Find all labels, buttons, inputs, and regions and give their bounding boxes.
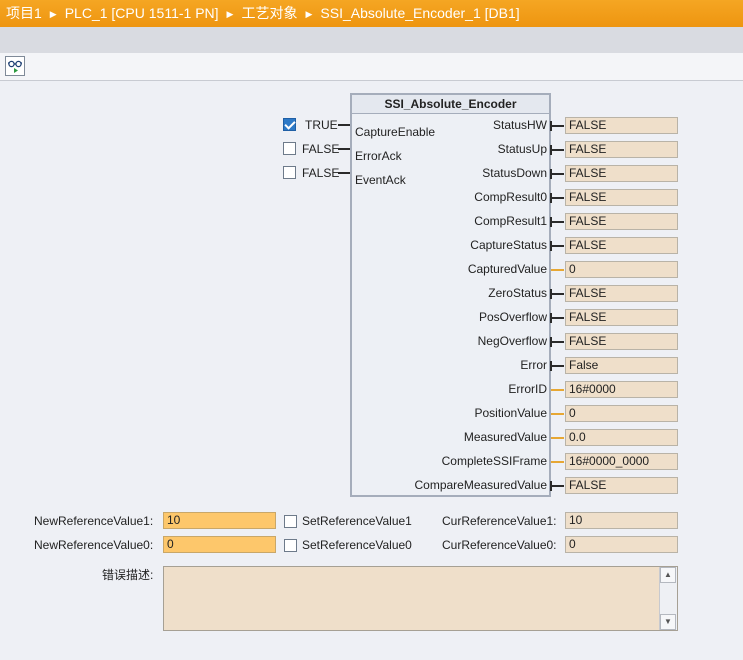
output-wire [550, 193, 564, 203]
input-value-errorack: FALSE [302, 142, 340, 156]
output-wire [550, 361, 564, 371]
cur-reference-value: 0 [565, 536, 678, 553]
triangle-right-icon: ▶ [305, 9, 313, 19]
input-checkbox-captureenable[interactable] [283, 118, 296, 131]
set-reference-checkbox[interactable] [284, 539, 297, 552]
output-pin-completessiframe: CompleteSSIFrame [441, 454, 547, 468]
output-value-compresult0: FALSE [565, 189, 678, 206]
input-pin-errorack: ErrorAck [355, 149, 402, 163]
glasses-monitor-icon [8, 60, 22, 73]
input-wire [338, 148, 350, 150]
set-reference-checkbox[interactable] [284, 515, 297, 528]
output-pin-compresult1: CompResult1 [474, 214, 547, 228]
output-value-statusup: FALSE [565, 141, 678, 158]
output-value-statusdown: FALSE [565, 165, 678, 182]
output-wire [550, 337, 564, 347]
cur-reference-value: 10 [565, 512, 678, 529]
output-pin-zerostatus: ZeroStatus [488, 286, 547, 300]
output-pin-error: Error [520, 358, 547, 372]
input-pin-captureenable: CaptureEnable [355, 125, 436, 139]
output-pin-capturedvalue: CapturedValue [467, 262, 547, 276]
output-wire [550, 121, 564, 131]
output-pin-statusup: StatusUp [497, 142, 547, 156]
output-wire [551, 389, 564, 391]
chevron-up-icon[interactable]: ▲ [660, 567, 676, 583]
output-pin-compresult0: CompResult0 [474, 190, 547, 204]
output-value-posoverflow: FALSE [565, 309, 678, 326]
monitor-toggle-button[interactable] [5, 56, 25, 76]
input-checkbox-eventack[interactable] [283, 166, 296, 179]
triangle-right-icon: ▶ [226, 9, 234, 19]
chevron-down-icon[interactable]: ▼ [660, 614, 676, 630]
new-reference-input[interactable]: 0 [163, 536, 276, 553]
output-wire [550, 241, 564, 251]
output-pin-posoverflow: PosOverflow [478, 310, 547, 324]
cur-reference-label: CurReferenceValue1: [442, 514, 557, 528]
output-value-measuredvalue: 0.0 [565, 429, 678, 446]
set-reference-label: SetReferenceValue0 [302, 538, 412, 552]
output-value-comparemeasuredvalue: FALSE [565, 477, 678, 494]
output-pin-negoverflow: NegOverflow [477, 334, 547, 348]
output-wire [551, 413, 564, 415]
output-pin-errorid: ErrorID [508, 382, 547, 396]
output-pin-statusdown: StatusDown [482, 166, 547, 180]
cur-reference-label: CurReferenceValue0: [442, 538, 557, 552]
input-wire [338, 172, 350, 174]
toolbar [0, 53, 743, 81]
output-value-capturedvalue: 0 [565, 261, 678, 278]
input-checkbox-errorack[interactable] [283, 142, 296, 155]
output-wire [550, 313, 564, 323]
output-value-negoverflow: FALSE [565, 333, 678, 350]
set-reference-label: SetReferenceValue1 [302, 514, 412, 528]
input-wire [338, 124, 350, 126]
input-value-captureenable: TRUE [305, 118, 338, 132]
new-reference-label: NewReferenceValue1: [34, 514, 154, 528]
output-value-statushw: FALSE [565, 117, 678, 134]
output-value-compresult1: FALSE [565, 213, 678, 230]
input-value-eventack: FALSE [302, 166, 340, 180]
breadcrumb-item-db[interactable]: SSI_Absolute_Encoder_1 [DB1] [320, 5, 519, 21]
output-value-errorid: 16#0000 [565, 381, 678, 398]
new-reference-label: NewReferenceValue0: [34, 538, 154, 552]
output-wire [550, 481, 564, 491]
error-description-scrollbar[interactable]: ▲ ▼ [659, 567, 677, 630]
output-pin-positionvalue: PositionValue [474, 406, 548, 420]
breadcrumb: 项目1 ▶ PLC_1 [CPU 1511-1 PN] ▶ 工艺对象 ▶ SSI_Absol… [0, 0, 743, 27]
header-band [0, 27, 743, 53]
error-description-textarea[interactable]: ▲ ▼ [163, 566, 678, 631]
output-value-capturestatus: FALSE [565, 237, 678, 254]
output-value-completessiframe: 16#0000_0000 [565, 453, 678, 470]
function-block-title: SSI_Absolute_Encoder [352, 95, 549, 114]
output-value-zerostatus: FALSE [565, 285, 678, 302]
output-wire [550, 289, 564, 299]
output-value-error: False [565, 357, 678, 374]
output-wire [551, 461, 564, 463]
triangle-right-icon: ▶ [49, 9, 57, 19]
output-pin-measuredvalue: MeasuredValue [463, 430, 547, 444]
function-block: SSI_Absolute_Encoder CaptureEnable ErrorA… [350, 93, 551, 497]
input-pin-eventack: EventAck [355, 173, 406, 187]
output-value-positionvalue: 0 [565, 405, 678, 422]
breadcrumb-item-technology-objects[interactable]: 工艺对象 [241, 5, 297, 21]
breadcrumb-item-project[interactable]: 项目1 [6, 5, 42, 21]
output-wire [551, 269, 564, 271]
output-pin-statushw: StatusHW [492, 118, 547, 132]
output-pin-capturestatus: CaptureStatus [470, 238, 547, 252]
output-wire [550, 145, 564, 155]
error-description-label: 错误描述: [102, 568, 154, 582]
output-wire [551, 437, 564, 439]
output-pin-comparemeasuredvalue: CompareMeasuredValue [414, 478, 547, 492]
output-wire [550, 217, 564, 227]
breadcrumb-item-plc[interactable]: PLC_1 [CPU 1511-1 PN] [65, 5, 219, 21]
output-wire [550, 169, 564, 179]
new-reference-input[interactable]: 10 [163, 512, 276, 529]
